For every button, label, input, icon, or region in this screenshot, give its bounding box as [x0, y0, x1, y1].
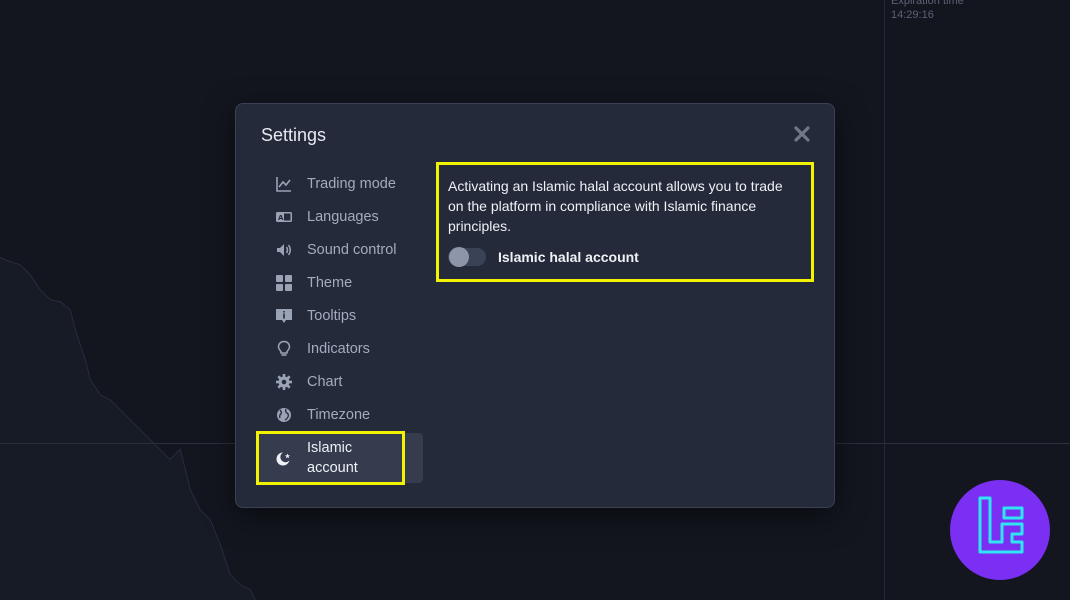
menu-item-tooltips[interactable]: Tooltips: [256, 299, 424, 332]
language-icon: A: [275, 208, 293, 226]
islamic-account-toggle[interactable]: [448, 247, 486, 267]
chart-line-icon: [275, 175, 293, 193]
islamic-account-panel: Activating an Islamic halal account allo…: [436, 162, 814, 282]
close-icon: [794, 126, 810, 142]
menu-item-chart[interactable]: Chart: [256, 365, 424, 398]
menu-item-label: Islamic account: [307, 440, 358, 476]
islamic-toggle-label: Islamic halal account: [498, 249, 639, 265]
menu-item-theme[interactable]: Theme: [256, 266, 424, 299]
gear-icon: [275, 373, 293, 391]
brand-logo: [950, 480, 1050, 580]
menu-item-languages[interactable]: A Languages: [256, 200, 424, 233]
menu-item-label: Indicators: [307, 340, 370, 357]
globe-icon: [275, 406, 293, 424]
menu-item-indicators[interactable]: Indicators: [256, 332, 424, 365]
expiration-label: Expiration time: [891, 0, 964, 7]
menu-item-timezone[interactable]: Timezone: [256, 398, 424, 431]
menu-item-trading-mode[interactable]: Trading mode: [256, 167, 424, 200]
svg-text:A: A: [278, 214, 284, 222]
expiration-info: Expiration time 14:29:16: [891, 0, 964, 22]
info-bubble-icon: [275, 307, 293, 325]
logo-mark-icon: [978, 496, 1024, 554]
expiration-line: [884, 0, 885, 600]
settings-modal: Settings Trading mode A Languages Sound …: [235, 103, 835, 508]
speaker-icon: [275, 241, 293, 259]
close-button[interactable]: [792, 124, 812, 144]
islamic-account-description: Activating an Islamic halal account allo…: [448, 178, 783, 234]
menu-item-label: Languages: [307, 208, 379, 225]
modal-title: Settings: [261, 125, 327, 145]
expiration-time: 14:29:16: [891, 9, 934, 21]
menu-item-sound-control[interactable]: Sound control: [256, 233, 424, 266]
menu-item-islamic-account[interactable]: Islamic account: [256, 433, 423, 483]
toggle-knob: [449, 247, 469, 267]
lightbulb-icon: [275, 340, 293, 358]
islamic-toggle-row: Islamic halal account: [448, 247, 802, 267]
menu-item-label: Theme: [307, 274, 353, 291]
grid-icon: [275, 274, 293, 292]
menu-item-label: Tooltips: [307, 307, 357, 324]
menu-item-label: Sound control: [307, 241, 397, 258]
menu-item-label: Trading mode: [307, 175, 396, 192]
settings-menu: Trading mode A Languages Sound control T…: [256, 167, 424, 483]
menu-item-label: Chart: [307, 373, 343, 390]
menu-item-label: Timezone: [307, 406, 371, 423]
crescent-star-icon: [275, 449, 293, 467]
